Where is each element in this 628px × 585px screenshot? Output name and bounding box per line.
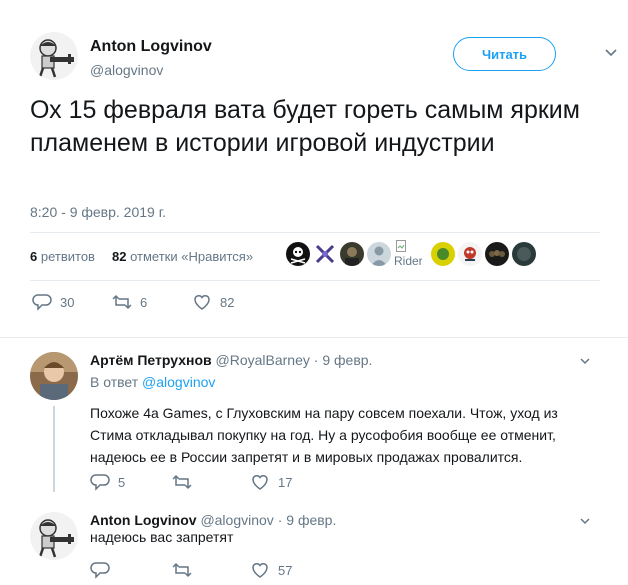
reply-author-name[interactable]: Артём Петрухнов [90, 352, 212, 368]
reply-text-line: надеюсь ее в России запретят и в мировых… [90, 449, 523, 465]
retweet-button[interactable]: 6 [112, 292, 147, 312]
retweets-stat[interactable]: 6 ретвитов [30, 249, 95, 264]
divider [0, 337, 628, 338]
reply-icon [90, 474, 110, 491]
liker-avatar-dark-photo[interactable] [340, 242, 364, 266]
avatar[interactable] [30, 32, 78, 80]
retweets-count: 6 [30, 249, 38, 264]
liker-avatar-yellow[interactable] [431, 242, 455, 266]
crossed-swords-icon [313, 242, 337, 266]
heart-icon [252, 475, 268, 490]
liker-avatar-dark-figures[interactable] [485, 242, 509, 266]
reply-count: 30 [60, 294, 75, 310]
dark-avatar-icon [512, 242, 536, 266]
broken-image-icon [396, 240, 406, 252]
liker-avatar-default[interactable] [367, 242, 391, 266]
reply-author-handle[interactable]: @RoyalBarney [216, 352, 310, 368]
group-photo-icon [485, 242, 509, 266]
tweet-actions: 30 6 82 [32, 292, 332, 318]
user-photo-icon [30, 352, 78, 400]
chevron-down-icon[interactable] [603, 44, 619, 60]
like-count: 57 [278, 562, 293, 578]
retweet-icon [172, 562, 192, 578]
tweet-header: Anton Logvinov @alogvinov Читать [30, 32, 617, 92]
in-reply-handle-link[interactable]: @alogvinov [142, 374, 215, 390]
likes-label: отметки «Нравится» [130, 249, 254, 264]
likes-stat[interactable]: 82 отметки «Нравится» [112, 249, 253, 264]
tweet-text: Ох 15 февраля вата будет гореть самым яр… [30, 96, 580, 157]
reply-tweet[interactable]: Anton Logvinov @alogvinov · 9 февр. наде… [30, 512, 610, 582]
reply-text-line: надеюсь вас запретят [90, 529, 234, 545]
in-reply-to: В ответ @alogvinov [90, 374, 215, 390]
reply-tweet[interactable]: Артём Петрухнов @RoyalBarney · 9 февр. В… [30, 352, 610, 502]
reply-text: надеюсь вас запретят [90, 526, 590, 548]
separator-dot: · [313, 352, 319, 368]
liker-avatar-crossed-swords[interactable] [313, 242, 337, 266]
reply-count: 5 [118, 474, 126, 490]
like-button[interactable]: 17 [250, 472, 292, 492]
in-reply-prefix: В ответ [90, 374, 139, 390]
author-name[interactable]: Anton Logvinov [90, 38, 212, 56]
liker-avatar-colorful[interactable] [458, 242, 482, 266]
follow-button[interactable]: Читать [453, 37, 556, 71]
divider [30, 280, 600, 281]
reply-actions: 57 [90, 560, 390, 582]
gunner-avatar-icon [30, 32, 78, 80]
heart-icon [252, 563, 268, 578]
like-count: 17 [278, 474, 293, 490]
liker-avatar-dark-circle[interactable] [512, 242, 536, 266]
liker-avatar-pirate-skull[interactable] [286, 242, 310, 266]
retweet-count: 6 [140, 294, 148, 310]
heart-icon [194, 295, 210, 310]
reply-button[interactable] [90, 560, 118, 580]
broken-image-alt: Rider [394, 254, 422, 268]
author-handle[interactable]: @alogvinov [90, 62, 163, 78]
reply-time[interactable]: 9 февр. [322, 352, 372, 368]
reply-button[interactable]: 5 [90, 472, 125, 492]
like-button[interactable]: 57 [250, 560, 292, 580]
reply-text-line: Похоже 4а Games, с Глуховским на пару со… [90, 405, 558, 421]
gunner-avatar-icon [30, 512, 78, 560]
retweet-button[interactable] [172, 560, 200, 580]
retweet-icon [172, 474, 192, 490]
chevron-down-icon[interactable] [578, 354, 592, 368]
reply-text: Похоже 4а Games, с Глуховским на пару со… [90, 402, 590, 468]
default-user-icon [367, 242, 391, 266]
reply-text-line: Стима откладывал покупку на год. Ну а ру… [90, 427, 556, 443]
yellow-avatar-icon [431, 242, 455, 266]
avatar[interactable] [30, 352, 78, 400]
reply-actions: 5 17 [90, 472, 390, 494]
reply-icon [90, 562, 110, 579]
likes-count: 82 [112, 249, 127, 264]
like-count: 82 [220, 294, 235, 310]
divider [30, 232, 600, 233]
like-button[interactable]: 82 [192, 292, 234, 312]
retweet-button[interactable] [172, 472, 200, 492]
avatar[interactable] [30, 512, 78, 560]
thread-line [53, 406, 55, 492]
reply-button[interactable]: 30 [32, 292, 74, 312]
reply-icon [32, 294, 52, 311]
tweet-stats: 6 ретвитов 82 отметки «Нравится» Rider [30, 239, 610, 275]
liker-avatar-broken[interactable]: Rider [394, 239, 422, 269]
photo-avatar-icon [340, 242, 364, 266]
reply-header: Артём Петрухнов @RoyalBarney · 9 февр. [90, 352, 372, 368]
colorful-avatar-icon [458, 242, 482, 266]
retweet-icon [112, 294, 132, 310]
tweet-timestamp[interactable]: 8:20 - 9 февр. 2019 г. [30, 204, 166, 220]
pirate-skull-icon [286, 242, 310, 266]
retweets-label: ретвитов [40, 249, 95, 264]
